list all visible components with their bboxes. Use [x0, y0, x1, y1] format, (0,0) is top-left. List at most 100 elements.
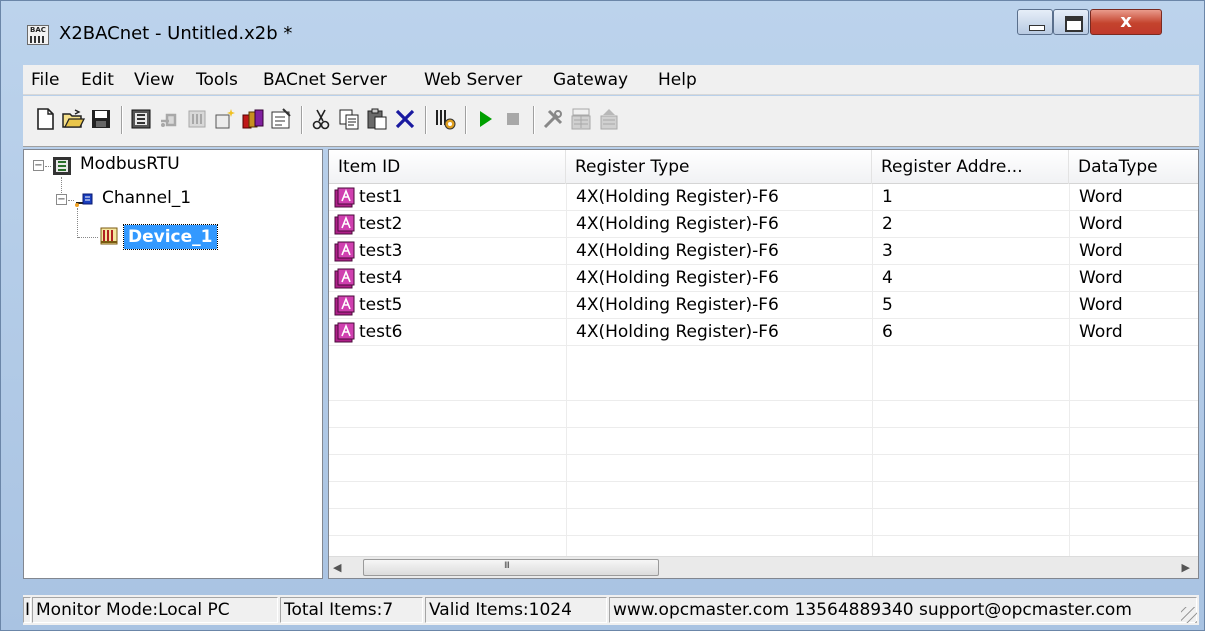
- menu-bacnet-server[interactable]: BACnet Server: [263, 70, 387, 90]
- add-channel-icon[interactable]: [129, 107, 153, 131]
- app-icon-text: BAC: [30, 26, 46, 34]
- menu-bar: File Edit View Tools BACnet Server Web S…: [23, 65, 1199, 95]
- cell-register-address: 5: [882, 295, 893, 315]
- table-row[interactable]: test4 4X(Holding Register)-F6 4 Word: [329, 265, 1198, 292]
- tree-item-device-1[interactable]: Device_1: [123, 224, 218, 251]
- status-monitor-mode: Monitor Mode:Local PC: [32, 597, 278, 623]
- cell-register-type: 4X(Holding Register)-F6: [576, 241, 779, 261]
- channel-icon: [74, 189, 94, 209]
- table-row[interactable]: test2 4X(Holding Register)-F6 2 Word: [329, 211, 1198, 238]
- title-bar[interactable]: BAC X2BACnet - Untitled.x2b * x: [1, 1, 1204, 61]
- table-row[interactable]: test5 4X(Holding Register)-F6 5 Word: [329, 292, 1198, 319]
- menu-tools[interactable]: Tools: [196, 70, 238, 90]
- items-list: Item ID Register Type Register Addre... …: [328, 149, 1199, 579]
- register-item-icon: [334, 322, 355, 343]
- menu-help[interactable]: Help: [658, 70, 697, 90]
- cell-item-id: test3: [359, 241, 403, 261]
- batch-items-icon[interactable]: [241, 107, 265, 131]
- cell-register-type: 4X(Holding Register)-F6: [576, 268, 779, 288]
- register-item-icon: [334, 214, 355, 235]
- table-row[interactable]: test3 4X(Holding Register)-F6 3 Word: [329, 238, 1198, 265]
- properties-icon[interactable]: [269, 107, 293, 131]
- col-register-address[interactable]: Register Addre...: [872, 150, 1069, 184]
- cell-register-address: 6: [882, 322, 893, 342]
- status-contact: www.opcmaster.com 13564889340 support@op…: [609, 597, 1197, 623]
- close-button[interactable]: x: [1090, 9, 1162, 35]
- status-bar: I Monitor Mode:Local PC Total Items:7 Va…: [23, 595, 1199, 625]
- register-item-icon: [334, 187, 355, 208]
- cell-register-type: 4X(Holding Register)-F6: [576, 214, 779, 234]
- run-icon[interactable]: [473, 107, 497, 131]
- toolbar: [23, 96, 1199, 147]
- app-icon: BAC: [27, 25, 49, 45]
- status-valid-items: Valid Items:1024: [425, 597, 607, 623]
- menu-file[interactable]: File: [31, 70, 59, 90]
- cell-register-address: 2: [882, 214, 893, 234]
- device-icon: [99, 226, 119, 246]
- new-file-icon[interactable]: [33, 107, 57, 131]
- cell-register-address: 1: [882, 187, 893, 207]
- cell-register-type: 4X(Holding Register)-F6: [576, 295, 779, 315]
- horizontal-scrollbar[interactable]: ◀ III ▶: [329, 556, 1198, 578]
- menu-gateway[interactable]: Gateway: [553, 70, 628, 90]
- cell-register-address: 4: [882, 268, 893, 288]
- close-icon: x: [1120, 11, 1132, 32]
- cut-icon[interactable]: [309, 107, 333, 131]
- collapse-root-icon[interactable]: −: [33, 160, 44, 171]
- status-pane-0: I: [23, 597, 31, 623]
- scroll-left-icon[interactable]: ◀: [333, 561, 341, 574]
- delete-icon[interactable]: [393, 107, 417, 131]
- find-icon[interactable]: [433, 107, 457, 131]
- minimize-button[interactable]: [1017, 9, 1053, 35]
- cell-datatype: Word: [1079, 268, 1123, 288]
- add-item-icon-disabled[interactable]: [185, 107, 209, 131]
- cell-datatype: Word: [1079, 322, 1123, 342]
- new-item-icon[interactable]: [213, 107, 237, 131]
- cell-item-id: test1: [359, 187, 403, 207]
- tree-item-channel-1[interactable]: Channel_1: [102, 188, 191, 214]
- list-header: Item ID Register Type Register Addre... …: [329, 150, 1198, 184]
- cell-datatype: Word: [1079, 187, 1123, 207]
- modbus-root-icon: [52, 156, 72, 176]
- paste-icon[interactable]: [365, 107, 389, 131]
- cell-datatype: Word: [1079, 295, 1123, 315]
- maximize-button[interactable]: [1053, 9, 1089, 35]
- window-title: X2BACnet - Untitled.x2b *: [59, 23, 293, 44]
- cell-item-id: test5: [359, 295, 403, 315]
- table-row[interactable]: test1 4X(Holding Register)-F6 1 Word: [329, 184, 1198, 211]
- menu-view[interactable]: View: [134, 70, 174, 90]
- device-tree: − ModbusRTU − Channel_1 Device_1: [23, 149, 323, 579]
- status-total-items: Total Items:7: [280, 597, 423, 623]
- tree-item-label: Channel_1: [102, 188, 192, 208]
- add-device-icon-disabled[interactable]: [157, 107, 181, 131]
- register-item-icon: [334, 295, 355, 316]
- load-icon-disabled[interactable]: [569, 107, 593, 131]
- col-register-type[interactable]: Register Type: [566, 150, 872, 184]
- tree-item-modbusrtu[interactable]: ModbusRTU: [80, 154, 180, 180]
- scroll-thumb[interactable]: III: [363, 559, 659, 576]
- scroll-right-icon[interactable]: ▶: [1182, 561, 1190, 574]
- cell-register-type: 4X(Holding Register)-F6: [576, 187, 779, 207]
- cell-item-id: test4: [359, 268, 403, 288]
- app-window: BAC X2BACnet - Untitled.x2b * x File Edi…: [0, 0, 1205, 631]
- open-folder-icon[interactable]: [61, 107, 85, 131]
- save-icon[interactable]: [89, 107, 113, 131]
- register-item-icon: [334, 268, 355, 289]
- cell-register-address: 3: [882, 241, 893, 261]
- up-icon-disabled[interactable]: [597, 107, 621, 131]
- menu-edit[interactable]: Edit: [81, 70, 114, 90]
- resize-grip-icon[interactable]: [1181, 607, 1197, 623]
- cell-datatype: Word: [1079, 214, 1123, 234]
- copy-icon[interactable]: [337, 107, 361, 131]
- table-row[interactable]: test6 4X(Holding Register)-F6 6 Word: [329, 319, 1198, 346]
- tree-item-label: ModbusRTU: [80, 154, 180, 174]
- scroll-grip-icon: III: [504, 561, 510, 571]
- collapse-channel-icon[interactable]: −: [56, 194, 67, 205]
- tools-icon[interactable]: [541, 107, 565, 131]
- stop-icon[interactable]: [501, 107, 525, 131]
- col-item-id[interactable]: Item ID: [329, 150, 566, 184]
- col-datatype[interactable]: DataType: [1069, 150, 1198, 184]
- menu-web-server[interactable]: Web Server: [424, 70, 522, 90]
- cell-datatype: Word: [1079, 241, 1123, 261]
- cell-register-type: 4X(Holding Register)-F6: [576, 322, 779, 342]
